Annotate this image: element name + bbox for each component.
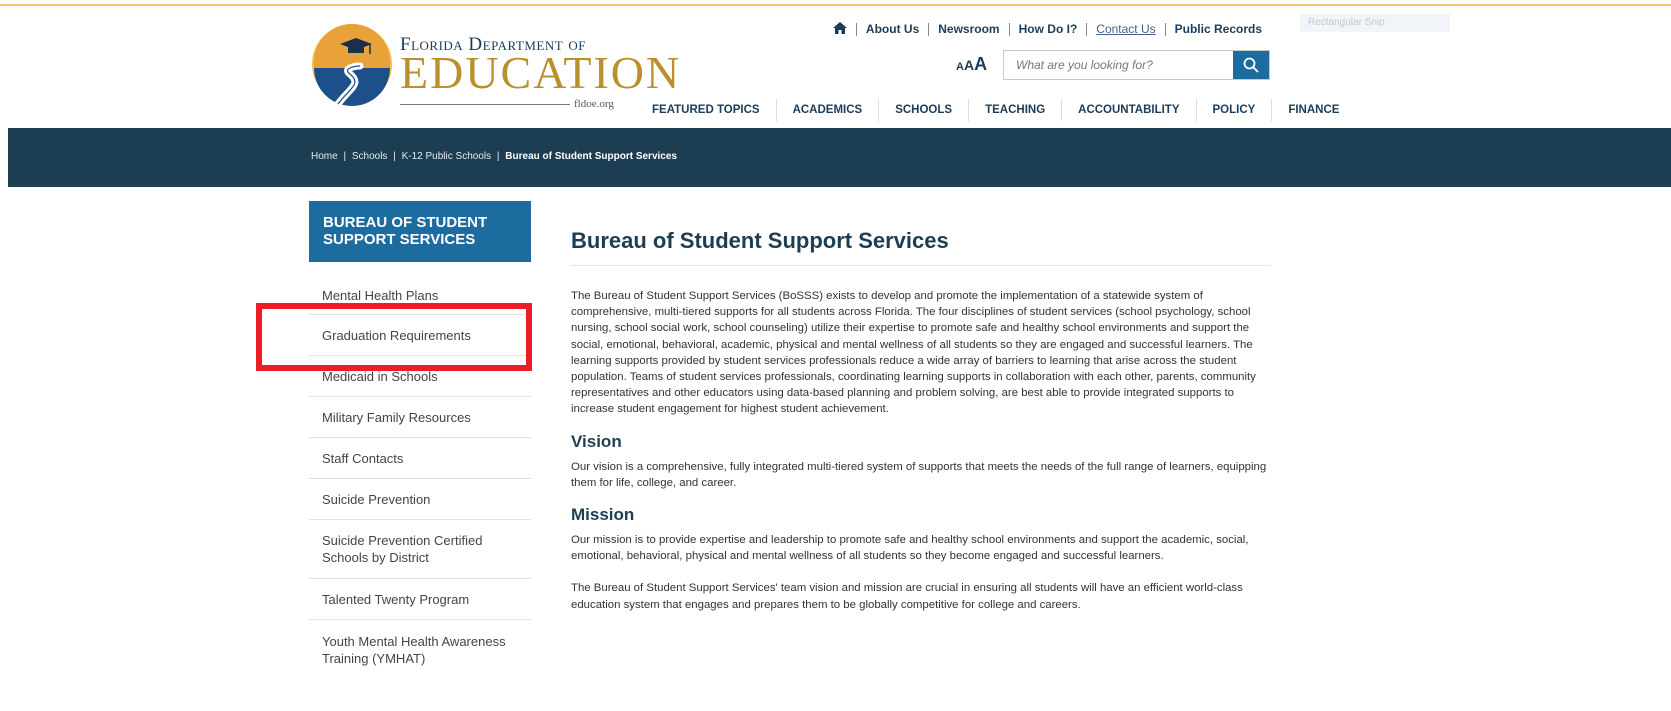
vision-paragraph: Our vision is a comprehensive, fully int… <box>571 460 1267 489</box>
nav-policy[interactable]: POLICY <box>1195 99 1272 121</box>
utility-public-records[interactable]: Public Records <box>1164 23 1271 36</box>
utility-newsroom[interactable]: Newsroom <box>928 23 1008 36</box>
breadcrumb: Home | Schools | K-12 Public Schools | B… <box>311 151 677 162</box>
utility-nav: About Us Newsroom How Do I? Contact Us P… <box>824 22 1271 37</box>
sidebar-item-suicide-prevention-certified-schools[interactable]: Suicide Prevention Certified Schools by … <box>309 520 531 579</box>
search-icon <box>1243 57 1259 73</box>
main-content: Bureau of Student Support Services The B… <box>571 228 1271 613</box>
sidebar-item-military-family-resources[interactable]: Military Family Resources <box>309 397 531 438</box>
sidebar-item-mental-health-plans[interactable]: Mental Health Plans <box>309 274 531 315</box>
sidebar-item-ymhat[interactable]: Youth Mental Health Awareness Training (… <box>309 620 531 679</box>
sidebar-item-graduation-requirements[interactable]: Graduation Requirements <box>309 315 531 356</box>
search-input[interactable] <box>1004 51 1233 79</box>
text-size-large[interactable]: A <box>974 54 987 74</box>
intro-paragraph: The Bureau of Student Support Services (… <box>571 290 1256 416</box>
mission-heading: Mission <box>571 505 635 525</box>
fldoe-logo[interactable]: Florida Department of EDUCATION fldoe.or… <box>310 20 679 120</box>
text-size-small[interactable]: A <box>956 61 964 73</box>
breadcrumb-separator: | <box>496 151 500 162</box>
breadcrumb-schools[interactable]: Schools <box>352 151 388 162</box>
nav-teaching[interactable]: TEACHING <box>968 99 1061 121</box>
rectangular-snip-tag: Rectangular Snip <box>1300 14 1450 32</box>
nav-schools[interactable]: SCHOOLS <box>878 99 968 121</box>
text-size-medium[interactable]: A <box>964 57 974 73</box>
breadcrumb-k12-public-schools[interactable]: K-12 Public Schools <box>402 151 492 162</box>
breadcrumb-separator: | <box>343 151 347 162</box>
sidebar-item-staff-contacts[interactable]: Staff Contacts <box>309 438 531 479</box>
home-icon <box>832 22 847 34</box>
logo-line-education: EDUCATION <box>400 47 682 98</box>
closing-paragraph: The Bureau of Student Support Services' … <box>571 582 1243 611</box>
home-link[interactable] <box>824 22 856 37</box>
breadcrumb-home[interactable]: Home <box>311 151 338 162</box>
sidebar-nav: Mental Health Plans Graduation Requireme… <box>309 274 531 679</box>
search-box <box>1003 50 1270 80</box>
breadcrumb-current: Bureau of Student Support Services <box>505 151 677 162</box>
nav-finance[interactable]: FINANCE <box>1271 99 1355 121</box>
vision-heading: Vision <box>571 431 622 451</box>
nav-accountability[interactable]: ACCOUNTABILITY <box>1061 99 1195 121</box>
page-title: Bureau of Student Support Services <box>571 228 1271 266</box>
text-size-control[interactable]: AAA <box>956 54 987 75</box>
sidebar-item-medicaid-in-schools[interactable]: Medicaid in Schools <box>309 356 531 397</box>
main-nav: FEATURED TOPICS ACADEMICS SCHOOLS TEACHI… <box>636 99 1355 121</box>
top-accent-line <box>0 4 1671 6</box>
logo-url: fldoe.org <box>574 98 614 110</box>
graduation-road-emblem-icon <box>312 24 392 106</box>
nav-academics[interactable]: ACADEMICS <box>775 99 879 121</box>
page: Florida Department of EDUCATION fldoe.or… <box>0 0 1671 711</box>
sidebar-item-talented-twenty-program[interactable]: Talented Twenty Program <box>309 579 531 620</box>
breadcrumb-separator: | <box>393 151 396 162</box>
sidebar-item-suicide-prevention[interactable]: Suicide Prevention <box>309 479 531 520</box>
sidebar-title[interactable]: Bureau of Student Support Services <box>309 201 531 262</box>
mission-paragraph: Our mission is to provide expertise and … <box>571 534 1249 563</box>
utility-contact-us[interactable]: Contact Us <box>1086 23 1164 36</box>
logo-divider <box>400 104 570 105</box>
utility-about-us[interactable]: About Us <box>855 23 928 36</box>
nav-featured-topics[interactable]: FEATURED TOPICS <box>636 99 776 121</box>
breadcrumb-band: Home | Schools | K-12 Public Schools | B… <box>8 128 1671 187</box>
utility-how-do-i[interactable]: How Do I? <box>1008 23 1087 36</box>
search-button[interactable] <box>1233 51 1269 79</box>
